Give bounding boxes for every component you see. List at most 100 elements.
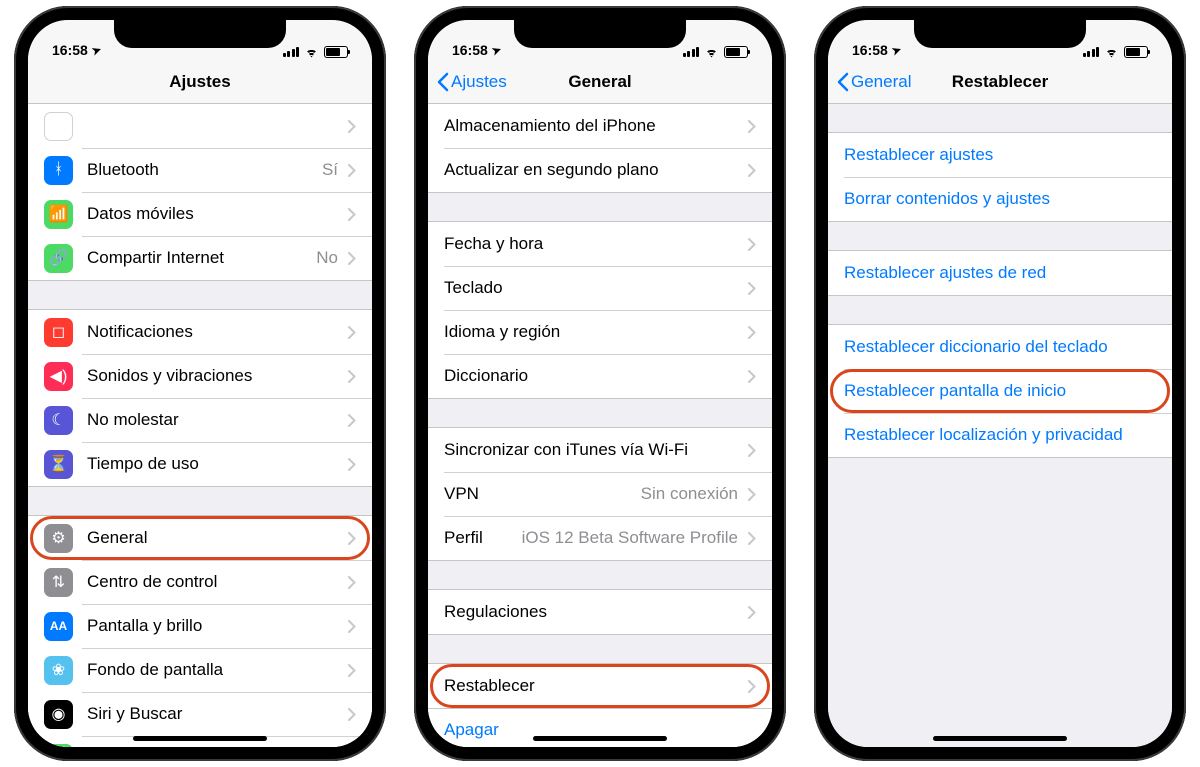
phone-2: 16:58➤ GeneralRestablecer Restablecer ajus… bbox=[814, 6, 1186, 761]
nav-title: General bbox=[568, 72, 631, 92]
row-label: Restablecer diccionario del teclado bbox=[844, 337, 1156, 357]
chevron-right-icon bbox=[348, 576, 356, 589]
row-control-center[interactable]: ⇅ Centro de control bbox=[28, 560, 372, 604]
settings-group: Sincronizar con iTunes vía Wi-Fi VPNSin c… bbox=[428, 427, 772, 561]
settings-group: Restablecer ajustes de red bbox=[828, 250, 1172, 296]
row-cellular[interactable]: 📶Datos móviles bbox=[28, 192, 372, 236]
signal-icon bbox=[1083, 47, 1100, 57]
nav-bar: Ajustes bbox=[28, 60, 372, 104]
chevron-right-icon bbox=[748, 326, 756, 339]
home-indicator[interactable] bbox=[533, 736, 667, 741]
dnd-icon: ☾ bbox=[44, 406, 73, 435]
row-hotspot[interactable]: 🔗Compartir InternetNo bbox=[28, 236, 372, 280]
row-label: Sonidos y vibraciones bbox=[87, 366, 338, 386]
row-label: Actualizar en segundo plano bbox=[444, 160, 738, 180]
row-label: Sincronizar con iTunes vía Wi-Fi bbox=[444, 440, 738, 460]
settings-group: Regulaciones bbox=[428, 589, 772, 635]
siri-icon: ◉ bbox=[44, 700, 73, 729]
display-icon: AA bbox=[44, 612, 73, 641]
chevron-right-icon bbox=[348, 620, 356, 633]
row-label: Restablecer ajustes de red bbox=[844, 263, 1156, 283]
row-label: Diccionario bbox=[444, 366, 738, 386]
nav-back-label: Ajustes bbox=[451, 72, 507, 92]
chevron-right-icon bbox=[748, 532, 756, 545]
row-shutdown[interactable]: Apagar bbox=[428, 709, 772, 747]
row-label: No molestar bbox=[87, 410, 338, 430]
row-label: Borrar contenidos y ajustes bbox=[844, 189, 1156, 209]
battery-icon bbox=[724, 46, 748, 58]
row-reset-settings[interactable]: Restablecer ajustes bbox=[828, 133, 1172, 177]
nav-bar: Ajustes General bbox=[428, 60, 772, 104]
location-icon: ➤ bbox=[490, 42, 503, 57]
row-blank[interactable] bbox=[28, 104, 372, 148]
settings-group: Restablecer diccionario del teclado Resta… bbox=[828, 324, 1172, 458]
row-keyboard[interactable]: Teclado bbox=[428, 266, 772, 310]
row-regulatory[interactable]: Regulaciones bbox=[428, 590, 772, 634]
row-erase-all[interactable]: Borrar contenidos y ajustes bbox=[828, 177, 1172, 221]
control-center-icon: ⇅ bbox=[44, 568, 73, 597]
faceid-icon: ☺︎ bbox=[44, 744, 73, 748]
general-icon: ⚙︎ bbox=[44, 524, 73, 553]
settings-list[interactable]: ᚼBluetoothSí📶Datos móviles🔗Compartir Int… bbox=[28, 104, 372, 747]
row-profile[interactable]: PerfiliOS 12 Beta Software Profile bbox=[428, 516, 772, 560]
nav-back-button[interactable]: Ajustes bbox=[436, 72, 507, 92]
settings-group: Restablecer ajustes Borrar contenidos y a… bbox=[828, 132, 1172, 222]
row-reset-location[interactable]: Restablecer localización y privacidad bbox=[828, 413, 1172, 457]
nav-bar: GeneralRestablecer bbox=[828, 60, 1172, 104]
row-bluetooth[interactable]: ᚼBluetoothSí bbox=[28, 148, 372, 192]
row-label: Tiempo de uso bbox=[87, 454, 338, 474]
row-reset-keyboard-dict[interactable]: Restablecer diccionario del teclado bbox=[828, 325, 1172, 369]
chevron-right-icon bbox=[748, 120, 756, 133]
chevron-right-icon bbox=[748, 370, 756, 383]
row-label: Teclado bbox=[444, 278, 738, 298]
chevron-right-icon bbox=[748, 488, 756, 501]
row-sounds[interactable]: ◀︎)Sonidos y vibraciones bbox=[28, 354, 372, 398]
chevron-right-icon bbox=[748, 282, 756, 295]
notifications-icon: ◻︎ bbox=[44, 318, 73, 347]
row-itunes-wifi[interactable]: Sincronizar con iTunes vía Wi-Fi bbox=[428, 428, 772, 472]
battery-icon bbox=[324, 46, 348, 58]
chevron-right-icon bbox=[748, 444, 756, 457]
row-vpn[interactable]: VPNSin conexión bbox=[428, 472, 772, 516]
chevron-right-icon bbox=[348, 708, 356, 721]
status-time: 16:58 bbox=[852, 42, 888, 58]
nav-title: Ajustes bbox=[169, 72, 230, 92]
row-wallpaper[interactable]: ❀Fondo de pantalla bbox=[28, 648, 372, 692]
status-time: 16:58 bbox=[52, 42, 88, 58]
row-background-refresh[interactable]: Actualizar en segundo plano bbox=[428, 148, 772, 192]
home-indicator[interactable] bbox=[933, 736, 1067, 741]
row-dictionary[interactable]: Diccionario bbox=[428, 354, 772, 398]
row-storage[interactable]: Almacenamiento del iPhone bbox=[428, 104, 772, 148]
row-language[interactable]: Idioma y región bbox=[428, 310, 772, 354]
status-time: 16:58 bbox=[452, 42, 488, 58]
row-screentime[interactable]: ⏳Tiempo de uso bbox=[28, 442, 372, 486]
nav-back-button[interactable]: General bbox=[836, 72, 911, 92]
row-display[interactable]: AAPantalla y brillo bbox=[28, 604, 372, 648]
chevron-right-icon bbox=[748, 680, 756, 693]
chevron-right-icon bbox=[748, 238, 756, 251]
location-icon: ➤ bbox=[890, 42, 903, 57]
settings-group: Almacenamiento del iPhone Actualizar en s… bbox=[428, 104, 772, 193]
row-reset-home[interactable]: Restablecer pantalla de inicio bbox=[828, 369, 1172, 413]
row-reset[interactable]: Restablecer bbox=[428, 664, 772, 708]
home-indicator[interactable] bbox=[133, 736, 267, 741]
row-general[interactable]: ⚙︎General bbox=[28, 516, 372, 560]
row-date-time[interactable]: Fecha y hora bbox=[428, 222, 772, 266]
location-icon: ➤ bbox=[90, 42, 103, 57]
row-reset-network[interactable]: Restablecer ajustes de red bbox=[828, 251, 1172, 295]
wifi-icon bbox=[704, 47, 719, 58]
settings-group: ◻︎Notificaciones◀︎)Sonidos y vibraciones… bbox=[28, 309, 372, 487]
notch bbox=[914, 20, 1086, 48]
row-label: Fondo de pantalla bbox=[87, 660, 338, 680]
chevron-right-icon bbox=[348, 414, 356, 427]
row-notifications[interactable]: ◻︎Notificaciones bbox=[28, 310, 372, 354]
row-label: Centro de control bbox=[87, 572, 338, 592]
settings-list[interactable]: Almacenamiento del iPhone Actualizar en s… bbox=[428, 104, 772, 747]
hotspot-icon: 🔗 bbox=[44, 244, 73, 273]
notch bbox=[514, 20, 686, 48]
row-label: Regulaciones bbox=[444, 602, 738, 622]
row-dnd[interactable]: ☾ No molestar bbox=[28, 398, 372, 442]
row-siri[interactable]: ◉Siri y Buscar bbox=[28, 692, 372, 736]
settings-list[interactable]: Restablecer ajustes Borrar contenidos y a… bbox=[828, 104, 1172, 747]
nav-back-label: General bbox=[851, 72, 911, 92]
